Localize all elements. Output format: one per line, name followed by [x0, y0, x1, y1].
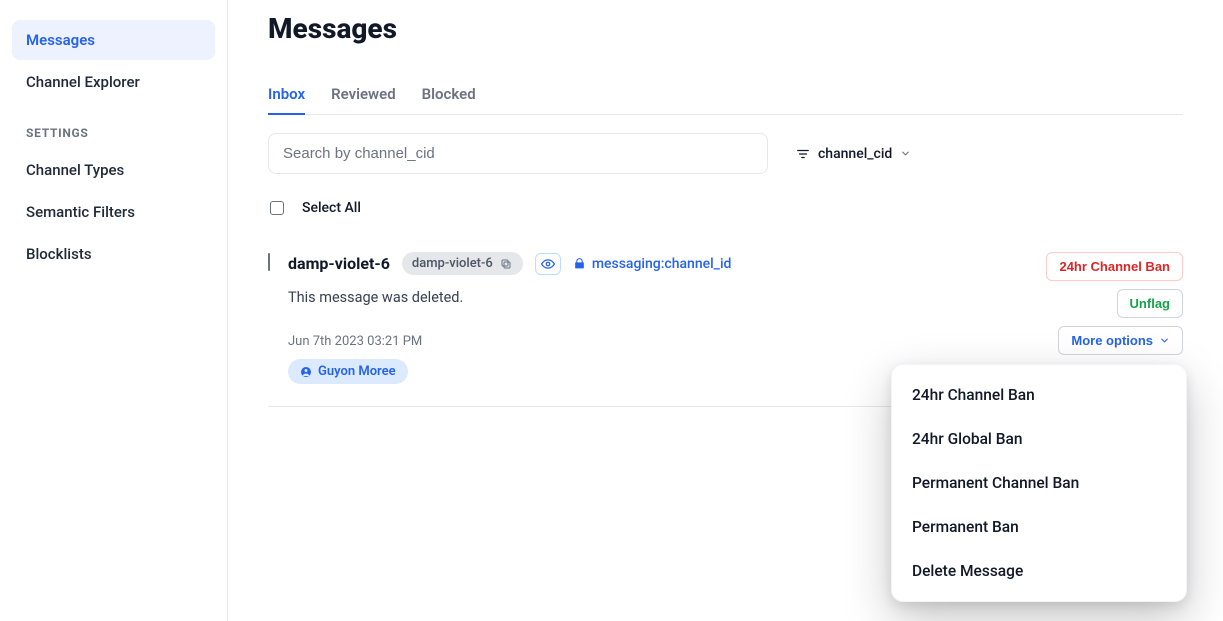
ban-button[interactable]: 24hr Channel Ban — [1046, 252, 1183, 281]
dropdown-item-24hr-channel-ban[interactable]: 24hr Channel Ban — [892, 373, 1186, 417]
tabs: Inbox Reviewed Blocked — [268, 75, 1183, 115]
filter-dropdown[interactable]: channel_cid — [796, 146, 911, 162]
tab-reviewed[interactable]: Reviewed — [331, 75, 396, 115]
author-pill[interactable]: Guyon Moree — [288, 359, 408, 384]
filter-icon — [796, 147, 810, 161]
dropdown-item-24hr-global-ban[interactable]: 24hr Global Ban — [892, 417, 1186, 461]
user-icon — [300, 366, 312, 378]
message-checkbox[interactable] — [268, 253, 270, 271]
select-all-label: Select All — [302, 200, 361, 216]
sidebar-settings-heading: SETTINGS — [12, 104, 215, 150]
message-header: damp-violet-6 damp-violet-6 messaging:ch… — [288, 252, 1028, 275]
sidebar-item-channel-types[interactable]: Channel Types — [12, 150, 215, 190]
preview-button[interactable] — [535, 253, 561, 275]
author-name: Guyon Moree — [318, 364, 396, 379]
tab-blocked[interactable]: Blocked — [422, 75, 476, 115]
message-timestamp: Jun 7th 2023 03:21 PM — [288, 334, 1028, 349]
select-all-row: Select All — [268, 192, 1183, 234]
sidebar-item-blocklists[interactable]: Blocklists — [12, 234, 215, 274]
search-row: channel_cid — [268, 133, 1183, 174]
chevron-down-icon — [900, 148, 911, 159]
search-input[interactable] — [268, 133, 768, 174]
sidebar-item-messages[interactable]: Messages — [12, 20, 215, 60]
page-title: Messages — [268, 12, 1183, 45]
more-options-button[interactable]: More options — [1058, 326, 1183, 355]
main-content: Messages Inbox Reviewed Blocked channel_… — [228, 0, 1223, 621]
sidebar: Messages Channel Explorer SETTINGS Chann… — [0, 0, 228, 621]
lock-icon — [573, 257, 586, 270]
app-frame: Messages Channel Explorer SETTINGS Chann… — [0, 0, 1223, 621]
channel-link-text: messaging:channel_id — [592, 256, 732, 272]
dropdown-item-permanent-ban[interactable]: Permanent Ban — [892, 505, 1186, 549]
dropdown-item-permanent-channel-ban[interactable]: Permanent Channel Ban — [892, 461, 1186, 505]
eye-icon — [541, 257, 555, 271]
dropdown-item-delete-message[interactable]: Delete Message — [892, 549, 1186, 593]
select-all-checkbox[interactable] — [270, 201, 284, 215]
more-options-label: More options — [1071, 333, 1153, 348]
channel-link[interactable]: messaging:channel_id — [573, 256, 732, 272]
message-checkbox-wrap — [268, 252, 270, 384]
chevron-down-icon — [1159, 335, 1170, 346]
copy-icon[interactable] — [499, 257, 513, 271]
sidebar-item-channel-explorer[interactable]: Channel Explorer — [12, 62, 215, 102]
message-text: This message was deleted. — [288, 289, 1028, 306]
more-options-dropdown: 24hr Channel Ban 24hr Global Ban Permane… — [891, 364, 1187, 602]
unflag-button[interactable]: Unflag — [1117, 289, 1183, 318]
sidebar-item-semantic-filters[interactable]: Semantic Filters — [12, 192, 215, 232]
message-title: damp-violet-6 — [288, 254, 390, 273]
message-id-text: damp-violet-6 — [412, 256, 493, 271]
tab-inbox[interactable]: Inbox — [268, 75, 305, 115]
message-id-pill[interactable]: damp-violet-6 — [402, 252, 523, 275]
filter-label: channel_cid — [818, 146, 892, 162]
